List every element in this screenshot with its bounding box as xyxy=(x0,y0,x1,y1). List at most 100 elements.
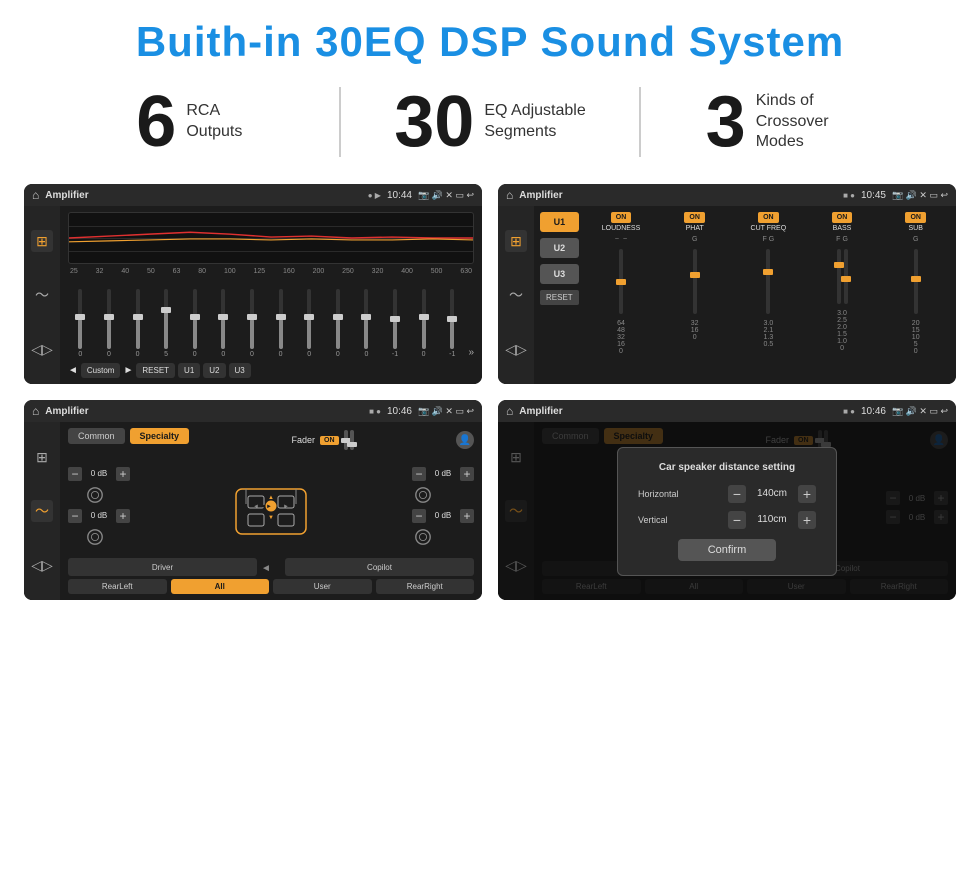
fl-minus[interactable]: − xyxy=(68,467,82,481)
bass-slider-2[interactable] xyxy=(844,249,848,304)
screenshots-grid: ⌂ Amplifier ● ▶ 10:44 📷 🔊 ✕ ▭ ↩ ⊞ 〜 ◁▷ xyxy=(0,176,980,620)
status-dots-4: ■ ● xyxy=(843,407,855,416)
dialog-vertical-control: − 110cm + xyxy=(728,511,816,529)
eq-u2-btn[interactable]: U2 xyxy=(203,363,225,378)
status-bar-2: ⌂ Amplifier ■ ● 10:45 📷 🔊 ✕ ▭ ↩ xyxy=(498,184,956,206)
rl-value: 0 dB xyxy=(85,511,113,520)
sidebar-3: ⊞ 〜 ◁▷ xyxy=(24,422,60,600)
eq-reset-btn[interactable]: RESET xyxy=(136,363,175,378)
cutfreq-slider[interactable] xyxy=(766,249,770,314)
rr-value: 0 dB xyxy=(429,511,457,520)
bass-slider-1[interactable] xyxy=(837,249,841,304)
eq-slider-1: 0 xyxy=(97,289,122,358)
car-diagram-area: ◄► ▲ ▼ ◄ ► xyxy=(138,469,404,544)
specialty-tab-3[interactable]: Specialty xyxy=(130,428,190,444)
arrow-left-3: ◄ xyxy=(261,558,281,576)
sidebar-eq-icon-2[interactable]: ⊞ xyxy=(505,230,527,252)
fader-top-row: Common Specialty Fader ON xyxy=(68,428,474,452)
preset-u3[interactable]: U3 xyxy=(540,264,579,284)
crossover-reset-btn[interactable]: RESET xyxy=(540,290,579,305)
stat-eq-text: EQ AdjustableSegments xyxy=(484,101,585,143)
stat-crossover-text: Kinds ofCrossover Modes xyxy=(756,91,876,153)
front-left-speaker: − 0 dB + xyxy=(68,467,130,481)
fl-plus[interactable]: + xyxy=(116,467,130,481)
vertical-value: 110cm xyxy=(752,514,792,525)
sidebar-eq-icon-3[interactable]: ⊞ xyxy=(31,446,53,468)
common-tab-3[interactable]: Common xyxy=(68,428,125,444)
person-icon-3[interactable]: 👤 xyxy=(456,431,474,449)
confirm-button[interactable]: Confirm xyxy=(678,539,777,561)
fr-minus[interactable]: − xyxy=(412,467,426,481)
rl-minus[interactable]: − xyxy=(68,509,82,523)
all-btn-3[interactable]: All xyxy=(171,579,270,594)
fader-sliders-h xyxy=(344,430,354,450)
driver-btn-3[interactable]: Driver xyxy=(68,558,257,576)
screen-content-4: ⊞ 〜 ◁▷ Common Specialty Fader ON xyxy=(498,422,956,600)
loudness-toggle[interactable]: ON xyxy=(611,212,632,223)
eq-u1-btn[interactable]: U1 xyxy=(178,363,200,378)
fr-value: 0 dB xyxy=(429,469,457,478)
sidebar-wave-icon-2[interactable]: 〜 xyxy=(505,284,527,306)
fr-plus[interactable]: + xyxy=(460,467,474,481)
sidebar-wave-icon[interactable]: 〜 xyxy=(31,284,53,306)
channel-sub: ON SUB G 20 15 10 5 0 xyxy=(881,212,950,378)
home-icon-4[interactable]: ⌂ xyxy=(506,404,513,418)
crossover-channels: ON LOUDNESS ~~ 64 48 32 16 xyxy=(587,212,950,378)
channel-cutfreq: ON CUT FREQ FG 3.0 2.1 1.3 0.5 xyxy=(734,212,803,378)
home-icon-1[interactable]: ⌂ xyxy=(32,188,39,202)
horizontal-plus-btn[interactable]: + xyxy=(798,485,816,503)
eq-slider-7: 0 xyxy=(268,289,293,358)
page-title: Buith-in 30EQ DSP Sound System xyxy=(20,18,960,66)
status-icons-4: 📷 🔊 ✕ ▭ ↩ xyxy=(892,406,948,417)
vertical-plus-btn[interactable]: + xyxy=(798,511,816,529)
stat-divider-1 xyxy=(339,87,341,157)
copilot-btn-3[interactable]: Copilot xyxy=(285,558,474,576)
fr-speaker-icon xyxy=(414,486,474,504)
bass-toggle[interactable]: ON xyxy=(832,212,853,223)
preset-u2[interactable]: U2 xyxy=(540,238,579,258)
sidebar-1: ⊞ 〜 ◁▷ xyxy=(24,206,60,384)
rearleft-btn-3[interactable]: RearLeft xyxy=(68,579,167,594)
sidebar-vol-icon[interactable]: ◁▷ xyxy=(31,338,53,360)
svg-text:►: ► xyxy=(283,504,289,510)
stat-rca-number: 6 xyxy=(136,86,176,158)
speaker-layout-3: − 0 dB + − 0 dB xyxy=(68,458,474,554)
eq-freq-labels: 253240 506380 100125160 200250320 400500… xyxy=(68,268,474,275)
sidebar-eq-icon[interactable]: ⊞ xyxy=(31,230,53,252)
dialog-overlay: Car speaker distance setting Horizontal … xyxy=(498,422,956,600)
rear-left-speaker: − 0 dB + xyxy=(68,509,130,523)
sub-toggle[interactable]: ON xyxy=(905,212,926,223)
eq-slider-12: 0 xyxy=(411,289,436,358)
user-btn-3[interactable]: User xyxy=(273,579,372,594)
rr-minus[interactable]: − xyxy=(412,509,426,523)
eq-custom-btn[interactable]: Custom xyxy=(81,363,121,378)
sidebar-2: ⊞ 〜 ◁▷ xyxy=(498,206,534,384)
home-icon-2[interactable]: ⌂ xyxy=(506,188,513,202)
cutfreq-toggle[interactable]: ON xyxy=(758,212,779,223)
vertical-minus-btn[interactable]: − xyxy=(728,511,746,529)
rr-plus[interactable]: + xyxy=(460,509,474,523)
phat-slider[interactable] xyxy=(693,249,697,314)
rl-plus[interactable]: + xyxy=(116,509,130,523)
horizontal-minus-btn[interactable]: − xyxy=(728,485,746,503)
home-icon-3[interactable]: ⌂ xyxy=(32,404,39,418)
bottom-btns-3: Driver ◄ Copilot xyxy=(68,558,474,576)
fader-on-badge-3[interactable]: ON xyxy=(320,436,339,445)
sidebar-wave-icon-3[interactable]: 〜 xyxy=(31,500,53,522)
sidebar-vol-icon-2[interactable]: ◁▷ xyxy=(505,338,527,360)
stat-eq-number: 30 xyxy=(394,86,474,158)
phat-toggle[interactable]: ON xyxy=(684,212,705,223)
sidebar-vol-icon-3[interactable]: ◁▷ xyxy=(31,554,53,576)
loudness-slider[interactable] xyxy=(619,249,623,314)
status-time-4: 10:46 xyxy=(861,406,886,417)
eq-sliders: 0 0 0 xyxy=(68,279,474,358)
eq-u3-btn[interactable]: U3 xyxy=(229,363,251,378)
eq-next[interactable]: ► xyxy=(123,365,133,376)
eq-prev[interactable]: ◄ xyxy=(68,365,78,376)
screen-content-2: ⊞ 〜 ◁▷ U1 U2 U3 RESET ON LOUDNESS xyxy=(498,206,956,384)
sub-slider[interactable] xyxy=(914,249,918,314)
preset-u1[interactable]: U1 xyxy=(540,212,579,232)
status-time-2: 10:45 xyxy=(861,190,886,201)
eq-track-0[interactable] xyxy=(78,289,82,349)
rearright-btn-3[interactable]: RearRight xyxy=(376,579,475,594)
